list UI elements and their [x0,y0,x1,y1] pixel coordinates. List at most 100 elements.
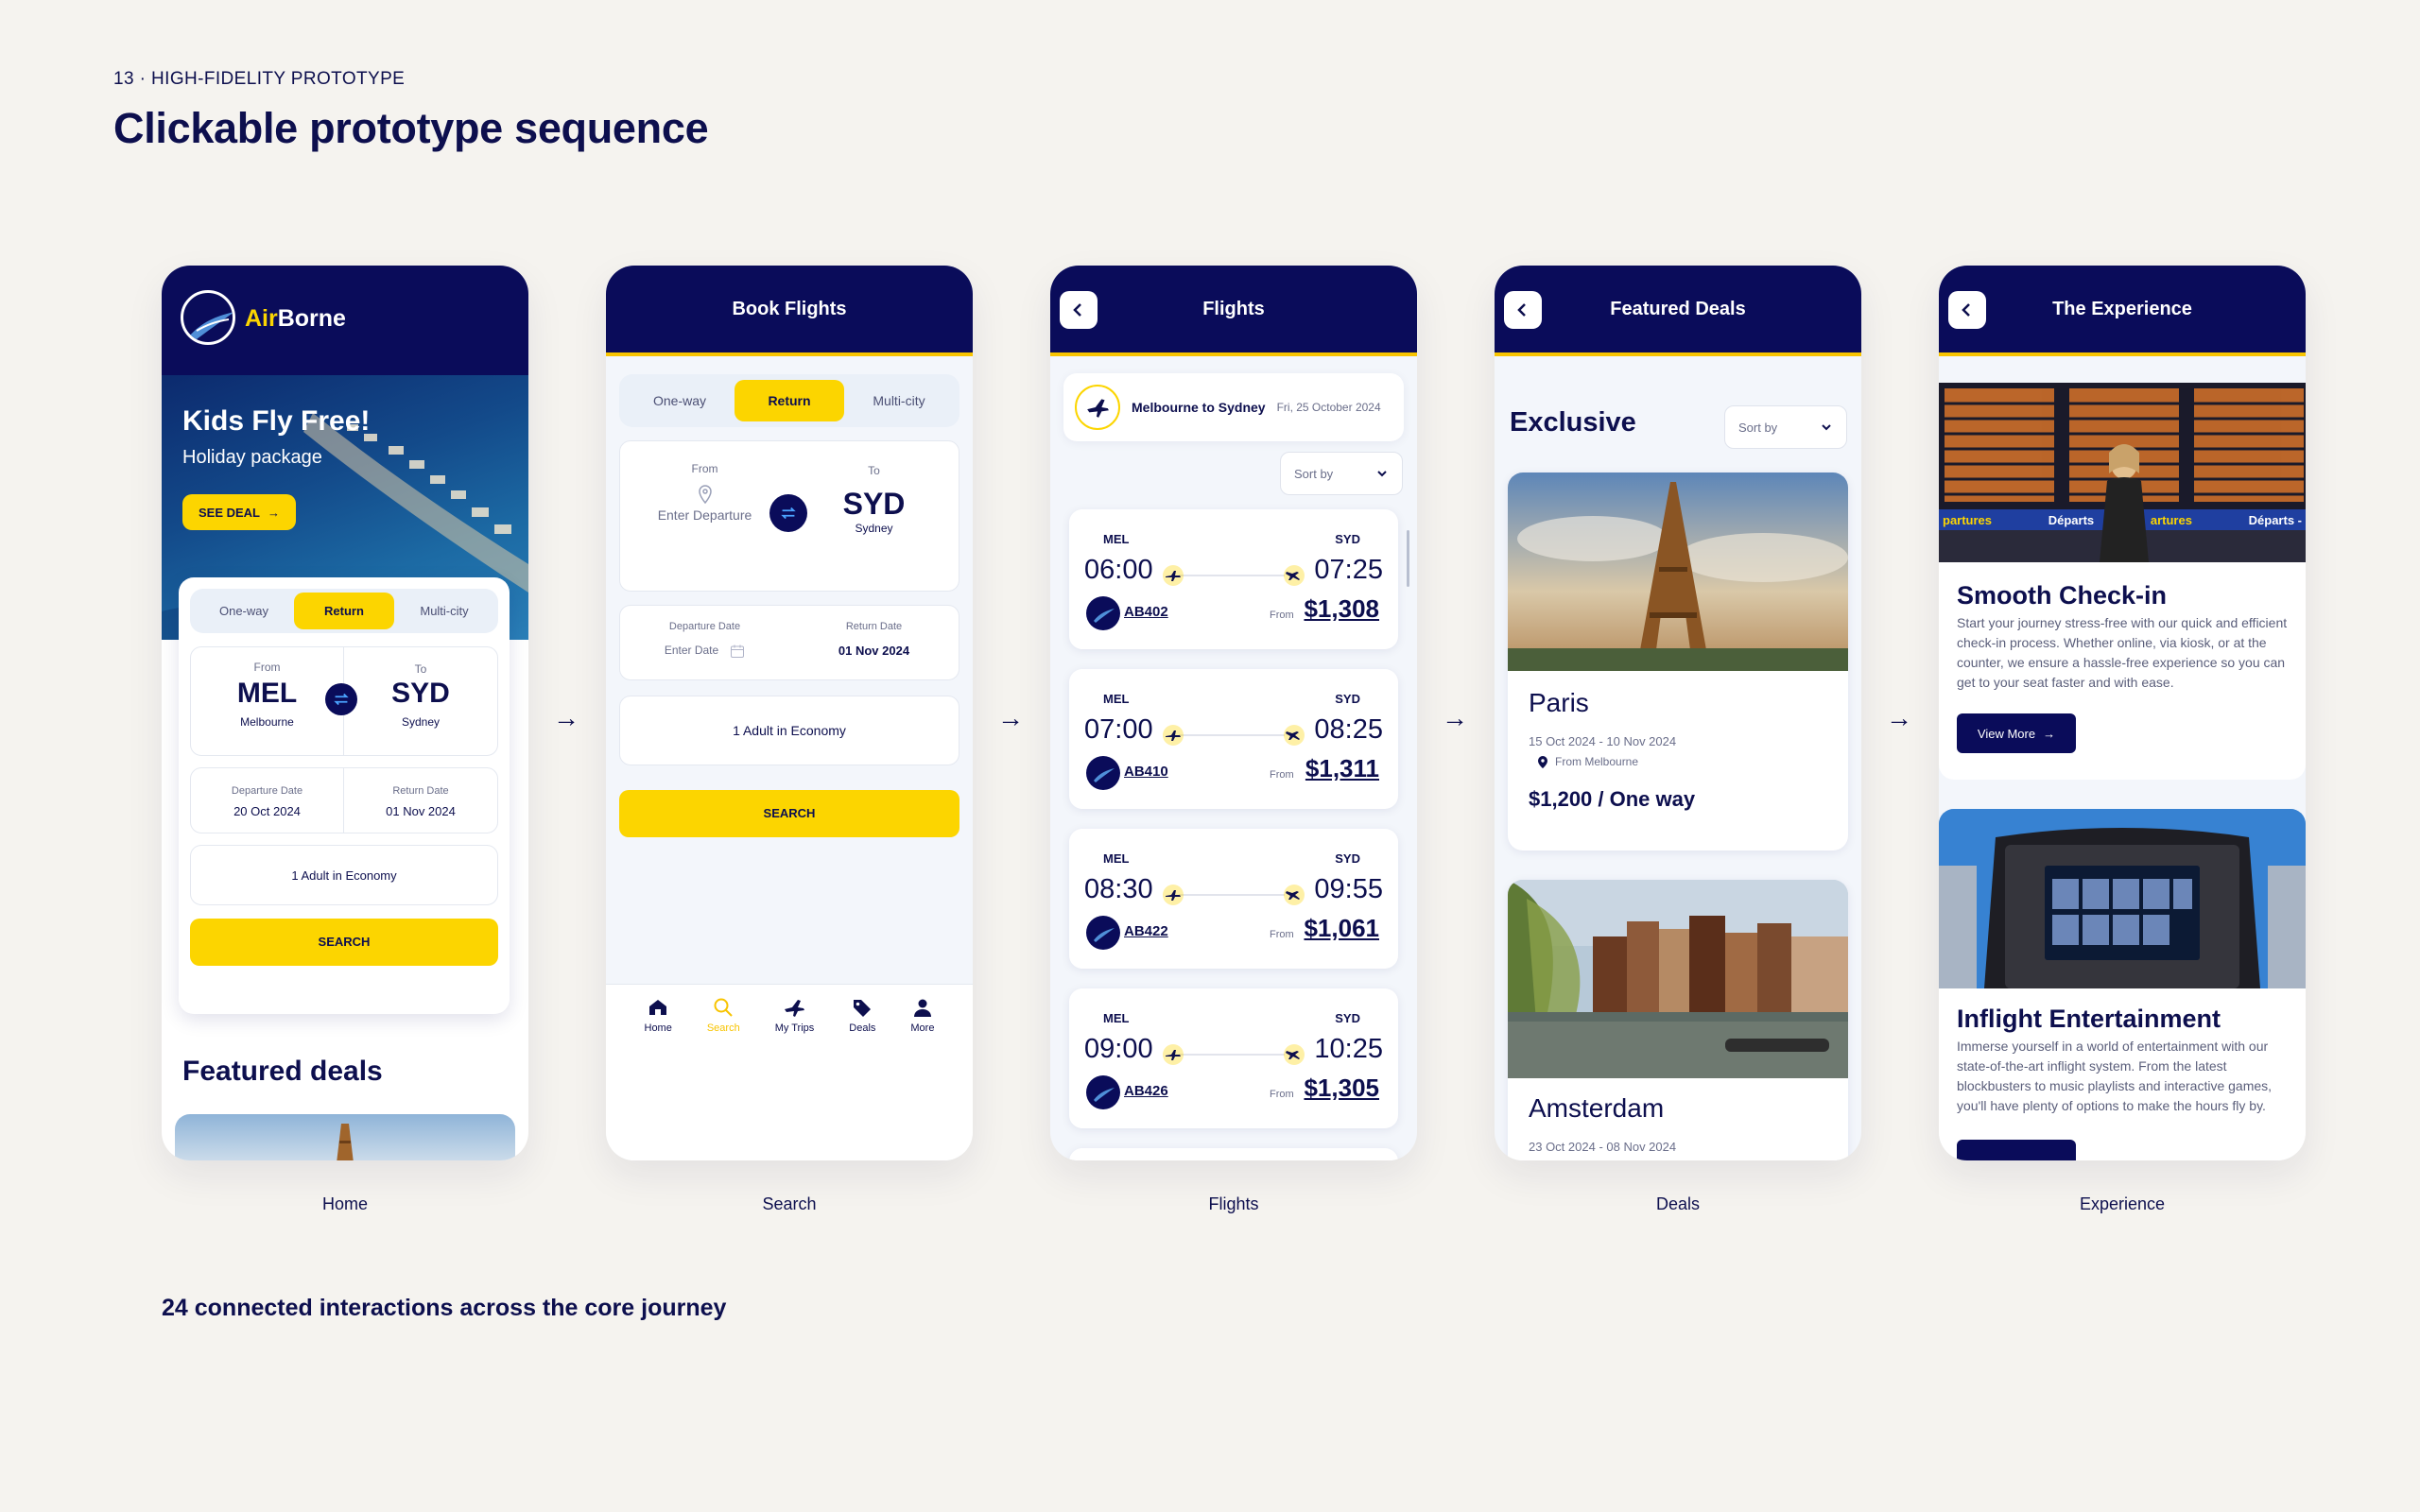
brand-borne: Borne [277,305,346,332]
departure-date-field[interactable]: Departure Date 20 Oct 2024 [191,768,344,833]
brand-air: Air [245,305,278,332]
back-button[interactable] [1948,291,1986,329]
destination-code: SYD [1335,692,1360,706]
tab-return[interactable]: Return [735,380,844,421]
origin-code: MEL [1103,692,1130,706]
board-text: artures [2150,513,2192,527]
airline-logo [1086,916,1120,950]
flow-arrow: → [1886,703,1912,732]
see-deal-button[interactable]: SEE DEAL → [182,494,296,530]
passenger-field[interactable]: 1 Adult in Economy [619,696,959,765]
arrival-time: 08:25 [1314,714,1383,745]
flight-path-icon [1163,725,1305,746]
swap-button[interactable] [325,683,357,715]
search-header: Book Flights [606,266,973,352]
featured-deal-thumbnail[interactable] [175,1114,515,1160]
flight-price[interactable]: $1,308 [1304,594,1379,624]
date-selector: Departure Date Enter Date Return Date 01… [619,605,959,680]
from-price-label: From [1270,929,1294,940]
screen-title: Featured Deals [1610,298,1746,319]
flight-price[interactable]: $1,305 [1304,1074,1379,1103]
scrollbar[interactable] [1407,530,1409,587]
search-button[interactable]: SEARCH [190,919,498,966]
screen-caption: Deals [1655,1194,1701,1213]
return-date-field[interactable]: Return Date 01 Nov 2024 [344,768,497,833]
tab-one-way[interactable]: One-way [625,380,735,421]
bottom-tab-bar: Home Search My Trips Deals More [606,984,973,1160]
origin-field[interactable]: From MEL Melbourne [191,647,344,755]
experience-header: The Experience [1939,266,2306,352]
view-more-button-partial[interactable] [1957,1140,2076,1160]
flight-card[interactable]: MEL SYD 07:00 08:25 AB410 From $1,311 [1069,669,1398,809]
location-pin-icon [698,485,713,505]
page-title: Clickable prototype sequence [113,104,709,152]
return-date-field[interactable]: Return Date 01 Nov 2024 [789,621,959,658]
nav-more-label: More [910,1022,935,1034]
search-icon [714,998,733,1017]
flight-path-icon [1163,565,1305,586]
flight-path-icon [1163,885,1305,905]
destination-code: SYD [391,678,450,709]
tab-return[interactable]: Return [294,593,394,629]
departure-time: 06:00 [1084,555,1153,585]
tab-multi-city[interactable]: Multi-city [394,593,494,629]
sort-dropdown[interactable]: Sort by [1724,405,1847,449]
deal-card-paris[interactable]: Paris 15 Oct 2024 - 10 Nov 2024 From Mel… [1508,472,1848,850]
airline-logo [1086,1075,1120,1109]
travel-date: Fri, 25 October 2024 [1276,401,1381,414]
flight-card[interactable]: MEL SYD 06:00 07:25 AB402 From $1,308 [1069,509,1398,649]
sort-dropdown[interactable]: Sort by [1280,452,1403,495]
nav-home[interactable]: Home [645,996,672,1034]
nav-more[interactable]: More [910,996,934,1034]
sort-label: Sort by [1294,466,1334,481]
return-date-label: Return Date [845,621,903,632]
view-more-button[interactable]: View More → [1957,713,2076,753]
flight-number[interactable]: AB402 [1124,604,1168,620]
deal-card-amsterdam[interactable]: Amsterdam 23 Oct 2024 - 08 Nov 2024 [1508,880,1848,1160]
tab-one-way[interactable]: One-way [194,593,294,629]
flight-number[interactable]: AB422 [1124,923,1168,939]
origin-field[interactable]: From Enter Departure [620,462,789,523]
nav-search[interactable]: Search [707,996,740,1034]
airborne-logo[interactable] [181,290,235,345]
flight-card[interactable]: MEL SYD 08:30 09:55 AB422 From $1,061 [1069,829,1398,969]
destination-city: Sydney [401,715,441,729]
tab-multi-city[interactable]: Multi-city [844,380,954,421]
swap-arrows-icon [334,693,349,706]
nav-deals[interactable]: Deals [849,996,875,1034]
departure-time: 08:30 [1084,874,1153,904]
airplane-icon [785,1000,805,1017]
flight-number[interactable]: AB426 [1124,1083,1168,1099]
flight-price[interactable]: $1,311 [1305,754,1379,783]
departure-time: 09:00 [1084,1034,1153,1064]
flight-card-partial[interactable] [1069,1148,1398,1160]
back-button[interactable] [1504,291,1542,329]
header-accent-line [1495,352,1861,356]
nav-my-trips[interactable]: My Trips [774,996,815,1034]
origin-city: Melbourne [240,715,294,729]
return-date-value: 01 Nov 2024 [838,644,910,658]
passenger-field[interactable]: 1 Adult in Economy [190,845,498,905]
search-screen: Book Flights One-way Return Multi-city F… [606,266,973,1160]
back-button[interactable] [1060,291,1098,329]
departure-date-placeholder: Enter Date [664,644,719,657]
destination-field[interactable]: To SYD Sydney [789,464,959,535]
arrival-time: 07:25 [1314,555,1383,585]
screen-title: The Experience [2052,298,2192,319]
nav-my-trips-label: My Trips [774,1022,815,1034]
feature-title: Smooth Check-in [1957,581,2168,610]
destination-code: SYD [842,487,906,521]
feature-description: Immerse yourself in a world of entertain… [1957,1039,2273,1113]
header-accent-line [1050,352,1417,356]
nav-search-label: Search [706,1022,740,1034]
board-text: partures [1943,513,1993,527]
search-button[interactable]: SEARCH [619,790,959,837]
deal-city: Paris [1529,688,1589,717]
route-summary: Melbourne to Sydney Fri, 25 October 2024 [1063,373,1404,441]
departure-date-field[interactable]: Departure Date Enter Date [620,621,789,662]
flight-number[interactable]: AB410 [1124,764,1168,780]
flight-price[interactable]: $1,061 [1304,914,1379,943]
chevron-down-icon [1822,424,1831,431]
destination-field[interactable]: To SYD Sydney [344,647,497,755]
flight-card[interactable]: MEL SYD 09:00 10:25 AB426 From $1,305 [1069,988,1398,1128]
